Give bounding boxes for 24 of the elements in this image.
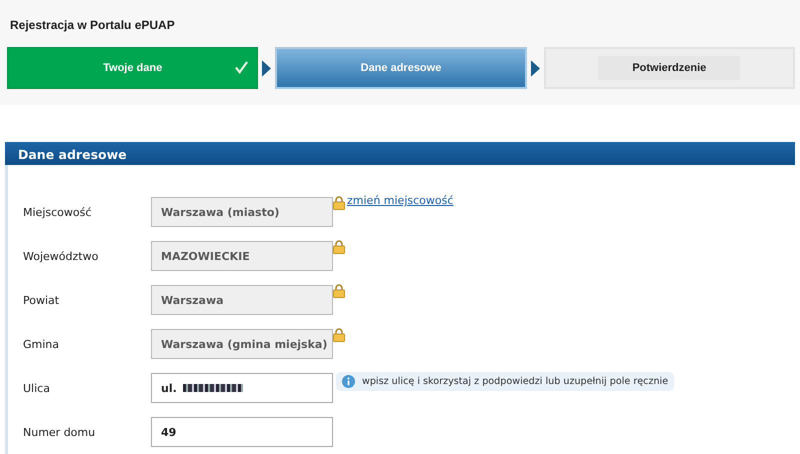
input-field[interactable]: Warszawa <box>151 285 333 315</box>
input-field[interactable]: 49 <box>151 417 333 447</box>
input-field[interactable]: Warszawa (miasto) <box>151 197 333 227</box>
arrow-icon <box>530 60 540 76</box>
input-field[interactable]: Warszawa (gmina miejska) <box>151 329 333 359</box>
field-label: Miejscowość <box>22 206 92 218</box>
section-header: Dane adresowe <box>5 142 795 165</box>
change-link[interactable]: zmień miejscowość <box>347 194 454 207</box>
checkmark-icon <box>235 61 248 74</box>
page-title: Rejestracja w Portalu ePUAP <box>10 18 175 34</box>
hint-text: wpisz ulicę i skorzystaj z podpowiedzi lub uzupełnij pole ręcznie <box>362 376 668 387</box>
lock-icon <box>333 328 345 342</box>
field-label: Numer domu <box>22 426 96 438</box>
arrow-icon <box>262 60 272 76</box>
info-icon <box>342 375 355 388</box>
lock-icon <box>333 196 345 210</box>
lock-icon <box>333 240 345 254</box>
input-field[interactable]: MAZOWIECKIE <box>151 241 333 271</box>
field-label: Województwo <box>22 250 100 262</box>
input-field[interactable]: ul. <box>151 373 333 403</box>
field-label: Powiat <box>22 294 60 306</box>
field-label: Ulica <box>22 382 51 394</box>
field-label: Gmina <box>22 338 60 350</box>
lock-icon <box>333 284 345 298</box>
